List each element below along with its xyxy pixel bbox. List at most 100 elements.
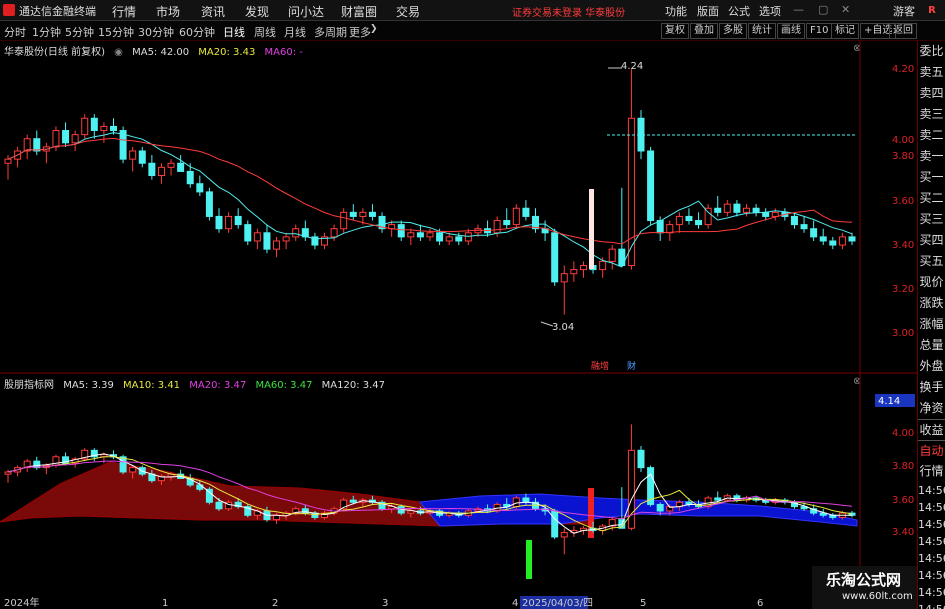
price-tag-label: 4.14 xyxy=(878,396,900,407)
x-tick: 1 xyxy=(162,598,168,609)
watermark: 乐淘公式网 www.60lt.com xyxy=(812,566,917,609)
candle xyxy=(800,224,808,230)
candle xyxy=(225,215,233,230)
candle xyxy=(714,207,722,213)
quote-label[interactable]: 委比 xyxy=(918,41,945,62)
mark-button[interactable]: 标记 xyxy=(831,23,859,39)
quote-label[interactable]: 现价 xyxy=(918,272,945,293)
signal-bar-down xyxy=(526,540,532,579)
x-tick: 5 xyxy=(640,598,646,609)
candle xyxy=(148,162,156,177)
status-badge: R xyxy=(928,5,936,16)
period-1min[interactable]: 1分钟 xyxy=(32,24,61,40)
menu-item-trade[interactable]: 交易 xyxy=(396,3,420,20)
indicator-chart[interactable]: 4.14 4.00 3.80 3.60 3.40 xyxy=(0,374,917,596)
minimize-icon[interactable]: — xyxy=(793,3,804,16)
menu-item-ask[interactable]: 问小达 xyxy=(288,3,324,20)
quote-label[interactable]: 卖四 xyxy=(918,83,945,104)
quote-label[interactable]: 换手 xyxy=(918,377,945,398)
candle xyxy=(848,236,856,242)
quote-label[interactable]: 买一 xyxy=(918,167,945,188)
statistics-button[interactable]: 统计 xyxy=(748,23,776,39)
period-monthly[interactable]: 月线 xyxy=(284,24,306,40)
period-15min[interactable]: 15分钟 xyxy=(98,24,134,40)
close-icon[interactable]: ✕ xyxy=(841,3,850,16)
overlay-button[interactable]: 叠加 xyxy=(690,23,718,39)
draw-line-button[interactable]: 画线 xyxy=(777,23,805,39)
multi-stock-button[interactable]: 多股 xyxy=(719,23,747,39)
adjust-button[interactable]: 复权 xyxy=(661,23,689,39)
market-tab[interactable]: 行情 xyxy=(918,461,945,482)
event-label[interactable]: 财 xyxy=(627,360,636,372)
menu-item-news[interactable]: 资讯 xyxy=(201,3,225,20)
candle xyxy=(493,220,501,234)
tick-time: 14:56 xyxy=(918,535,945,548)
quote-label[interactable]: 卖五 xyxy=(918,62,945,83)
candle xyxy=(407,510,415,514)
candle xyxy=(656,503,664,512)
quote-label[interactable]: 涨跌 xyxy=(918,293,945,314)
candle xyxy=(579,265,587,271)
candle xyxy=(52,456,60,466)
candle xyxy=(522,207,530,217)
candle xyxy=(157,166,165,177)
menu-item-market[interactable]: 市场 xyxy=(156,3,180,20)
period-weekly[interactable]: 周线 xyxy=(254,24,276,40)
candlestick-chart[interactable]: 4.24 3.04 融增 财 4.20 4.00 3.80 3.60 3.40 … xyxy=(0,41,917,374)
candle xyxy=(244,224,252,242)
x-axis: 2024年 1 2 3 4 2025/04/03/四 5 6 xyxy=(0,595,917,609)
period-timeshare[interactable]: 分时 xyxy=(4,24,26,40)
candle xyxy=(752,207,760,213)
candle xyxy=(90,117,98,132)
candle xyxy=(407,232,415,238)
menu-item-quotes[interactable]: 行情 xyxy=(112,3,136,20)
chevron-right-icon[interactable]: ❯ xyxy=(370,24,378,34)
quote-label[interactable]: 买二 xyxy=(918,188,945,209)
menu-item-options[interactable]: 选项 xyxy=(759,3,781,19)
quote-label[interactable]: 净资 xyxy=(918,398,945,419)
candle xyxy=(215,501,223,510)
quote-label[interactable]: 收益 xyxy=(918,419,945,440)
x-tick: 6 xyxy=(757,598,763,609)
candle xyxy=(503,220,511,226)
login-notice[interactable]: 证券交易未登录 华泰股份 xyxy=(512,4,625,19)
period-5min[interactable]: 5分钟 xyxy=(65,24,94,40)
period-more[interactable]: 更多 xyxy=(349,24,371,40)
tick-time: 14:56 xyxy=(918,501,945,514)
window-icon[interactable]: ▢ xyxy=(818,3,828,16)
f10-button[interactable]: F10 xyxy=(806,23,833,39)
quote-label[interactable]: 卖一 xyxy=(918,146,945,167)
quote-label[interactable]: 买三 xyxy=(918,209,945,230)
back-button[interactable]: 返回 xyxy=(889,23,917,39)
menu-item-community[interactable]: 财富圈 xyxy=(341,3,377,20)
candle xyxy=(253,232,261,242)
menu-item-discover[interactable]: 发现 xyxy=(245,3,269,20)
quote-label[interactable]: 买四 xyxy=(918,230,945,251)
y-tick: 4.20 xyxy=(892,64,914,75)
candle xyxy=(330,228,338,238)
menu-item-formula[interactable]: 公式 xyxy=(728,3,750,19)
candle xyxy=(512,497,520,508)
y-tick: 3.80 xyxy=(892,461,914,472)
quote-label[interactable]: 卖二 xyxy=(918,125,945,146)
quote-label[interactable]: 总量 xyxy=(918,335,945,356)
menu-item-layout[interactable]: 版面 xyxy=(697,3,719,19)
event-label[interactable]: 融增 xyxy=(591,360,609,372)
quote-label[interactable]: 买五 xyxy=(918,251,945,272)
candle xyxy=(522,497,530,503)
candle xyxy=(359,211,367,217)
quote-label[interactable]: 外盘 xyxy=(918,356,945,377)
quote-label[interactable]: 卖三 xyxy=(918,104,945,125)
period-60min[interactable]: 60分钟 xyxy=(179,24,215,40)
period-daily[interactable]: 日线 xyxy=(223,24,245,40)
quote-label[interactable]: 涨幅 xyxy=(918,314,945,335)
period-30min[interactable]: 30分钟 xyxy=(138,24,174,40)
candle xyxy=(551,510,559,538)
y-tick: 3.60 xyxy=(892,495,914,506)
auto-tab[interactable]: 自动 xyxy=(918,440,945,461)
guest-user[interactable]: 游客 xyxy=(893,3,915,19)
menu-item-functions[interactable]: 功能 xyxy=(665,3,687,19)
period-multi[interactable]: 多周期 xyxy=(314,24,347,40)
candle xyxy=(733,203,741,213)
candle xyxy=(349,211,357,217)
